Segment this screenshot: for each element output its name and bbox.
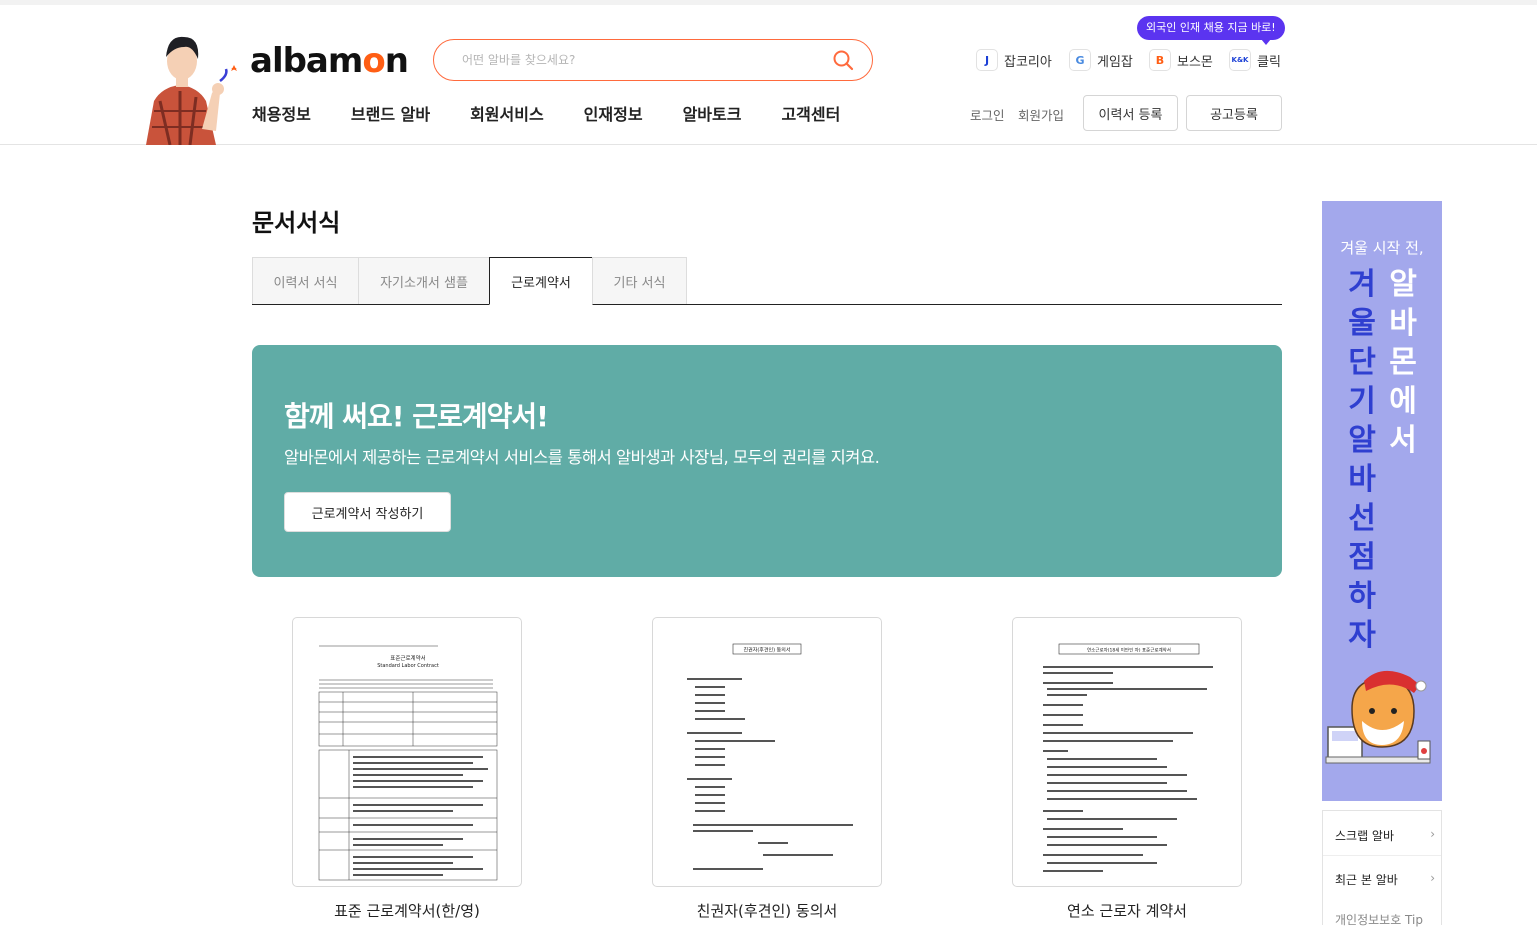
tab-labor-contract[interactable]: 근로계약서 [489, 257, 593, 305]
chevron-right-icon: › [1430, 871, 1435, 885]
jobkorea-icon: J [976, 49, 998, 71]
quick-item-recent[interactable]: 최근 본 알바 › [1335, 871, 1435, 888]
site-header: albamon 외국인 인재 채용 지금 바로! J 잡코리아 G 게임잡 B … [0, 5, 1537, 146]
document-thumbnail-guardian-consent[interactable]: 친권자(후견인) 동의서 [652, 617, 882, 887]
chevron-right-icon: › [1430, 827, 1435, 841]
tab-resume-form[interactable]: 이력서 서식 [252, 257, 359, 304]
foreign-talent-badge[interactable]: 외국인 인재 채용 지금 바로! [1137, 16, 1285, 45]
nav-item-albatalk[interactable]: 알바토크 [683, 101, 742, 125]
family-site-click[interactable]: K&K 클릭 [1229, 49, 1281, 71]
document-thumbnail-standard-contract[interactable]: 표준근로계약서 Standard Labor Contract [292, 617, 522, 887]
resume-register-button[interactable]: 이력서 등록 [1083, 95, 1178, 131]
document-label-standard-contract[interactable]: 표준 근로계약서(한/영) [257, 900, 557, 921]
banner-title: 함께 써요! 근로계약서! [284, 400, 549, 433]
ad-text-left-column: 겨울단기알바선점하자 [1348, 267, 1376, 653]
side-advertisement[interactable]: 겨울 시작 전, 겨울단기알바선점하자 알바몬에서 [1322, 201, 1442, 801]
thumb-title: 친권자(후견인) 동의서 [744, 647, 791, 654]
thumb-title: 연소근로자(18세 미만인 자) 표준근로계약서 [1087, 647, 1171, 654]
search-input[interactable] [462, 50, 832, 70]
write-contract-button[interactable]: 근로계약서 작성하기 [284, 492, 451, 532]
tab-other-forms[interactable]: 기타 서식 [592, 257, 687, 304]
nav-item-brand-alba[interactable]: 브랜드 알바 [351, 101, 430, 125]
ad-text-right-column: 알바몬에서 [1389, 267, 1417, 458]
nav-item-customer-center[interactable]: 고객센터 [781, 101, 840, 125]
click-icon: K&K [1229, 49, 1251, 71]
main-navigation: 채용정보 브랜드 알바 회원서비스 인재정보 알바토크 고객센터 [252, 101, 880, 125]
page-title: 문서서식 [252, 209, 341, 237]
login-link[interactable]: 로그인 [970, 105, 1005, 124]
albamon-logo[interactable]: albamon [250, 41, 409, 81]
gamejob-icon: G [1069, 49, 1091, 71]
privacy-tip-link[interactable]: 개인정보보호 Tip [1335, 911, 1435, 928]
family-site-bossmon[interactable]: B 보스몬 [1149, 49, 1213, 71]
document-label-minor-contract[interactable]: 연소 근로자 계약서 [977, 900, 1277, 921]
cat-mascot-icon [1325, 670, 1431, 764]
family-site-gamejob[interactable]: G 게임잡 [1069, 49, 1133, 71]
quick-divider [1323, 855, 1441, 856]
quick-menu: 스크랩 알바 › 최근 본 알바 › 개인정보보호 Tip [1322, 810, 1442, 928]
document-label-guardian-consent[interactable]: 친권자(후견인) 동의서 [617, 900, 917, 921]
job-post-button[interactable]: 공고등록 [1186, 95, 1282, 131]
thumb-title: 표준근로계약서 [390, 654, 425, 662]
tab-cover-letter-sample[interactable]: 자기소개서 샘플 [358, 257, 490, 304]
bossmon-icon: B [1149, 49, 1171, 71]
ad-subtitle: 겨울 시작 전, [1340, 239, 1424, 257]
signup-link[interactable]: 회원가입 [1018, 105, 1064, 124]
family-site-jobkorea[interactable]: J 잡코리아 [976, 49, 1052, 71]
nav-item-talent[interactable]: 인재정보 [584, 101, 643, 125]
nav-item-member-service[interactable]: 회원서비스 [470, 101, 544, 125]
nav-item-jobs[interactable]: 채용정보 [252, 101, 311, 125]
document-thumbnail-minor-contract[interactable]: 연소근로자(18세 미만인 자) 표준근로계약서 [1012, 617, 1242, 887]
quick-item-scrap[interactable]: 스크랩 알바 › [1335, 827, 1435, 844]
labor-contract-banner: 함께 써요! 근로계약서! 알바몬에서 제공하는 근로계약서 서비스를 통해서 … [252, 345, 1282, 577]
banner-description: 알바몬에서 제공하는 근로계약서 서비스를 통해서 알바생과 사장님, 모두의 … [284, 448, 880, 467]
thumb-subtitle: Standard Labor Contract [377, 663, 439, 669]
search-icon[interactable] [832, 49, 854, 71]
mascot-image [140, 31, 240, 146]
document-tabs: 이력서 서식 자기소개서 샘플 근로계약서 기타 서식 [252, 257, 1282, 305]
search-box [433, 39, 873, 81]
